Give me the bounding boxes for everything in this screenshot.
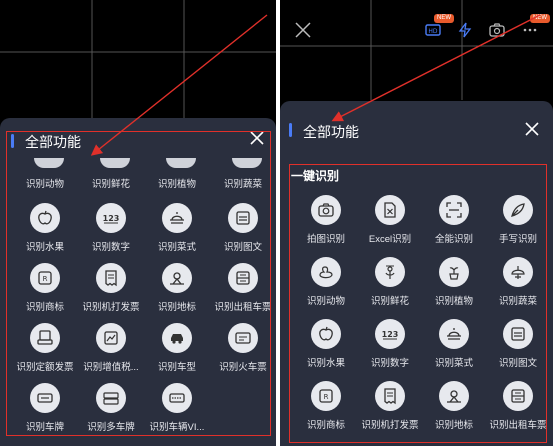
right-phone-screen: HD NEW NEW 全部功能 一键识别 拍图识别 Excel识别 全能识别 手… [280, 0, 553, 446]
sheet-title: 全部功能 [303, 124, 359, 140]
svg-text:HD: HD [428, 28, 438, 35]
new-badge: NEW [530, 14, 550, 23]
camera-switch-icon[interactable] [489, 22, 505, 38]
highlight-box [6, 131, 271, 436]
title-accent-bar [289, 123, 292, 137]
left-phone-screen: 全部功能 识别动物 识别鲜花 识别植物 识别蔬菜 识别水果 123 识别数字 识… [0, 0, 276, 446]
close-icon[interactable] [525, 122, 539, 136]
camera-toolbar: HD NEW NEW [280, 0, 553, 100]
hd-icon[interactable]: HD [425, 22, 441, 38]
new-badge: NEW [434, 14, 454, 23]
flash-icon[interactable] [457, 22, 473, 38]
more-icon[interactable] [522, 22, 538, 38]
screenshot-comparison: 全部功能 识别动物 识别鲜花 识别植物 识别蔬菜 识别水果 123 识别数字 识… [0, 0, 553, 446]
close-camera-icon[interactable] [295, 22, 311, 38]
highlight-box [289, 164, 547, 443]
camera-grid-lines [0, 0, 276, 118]
